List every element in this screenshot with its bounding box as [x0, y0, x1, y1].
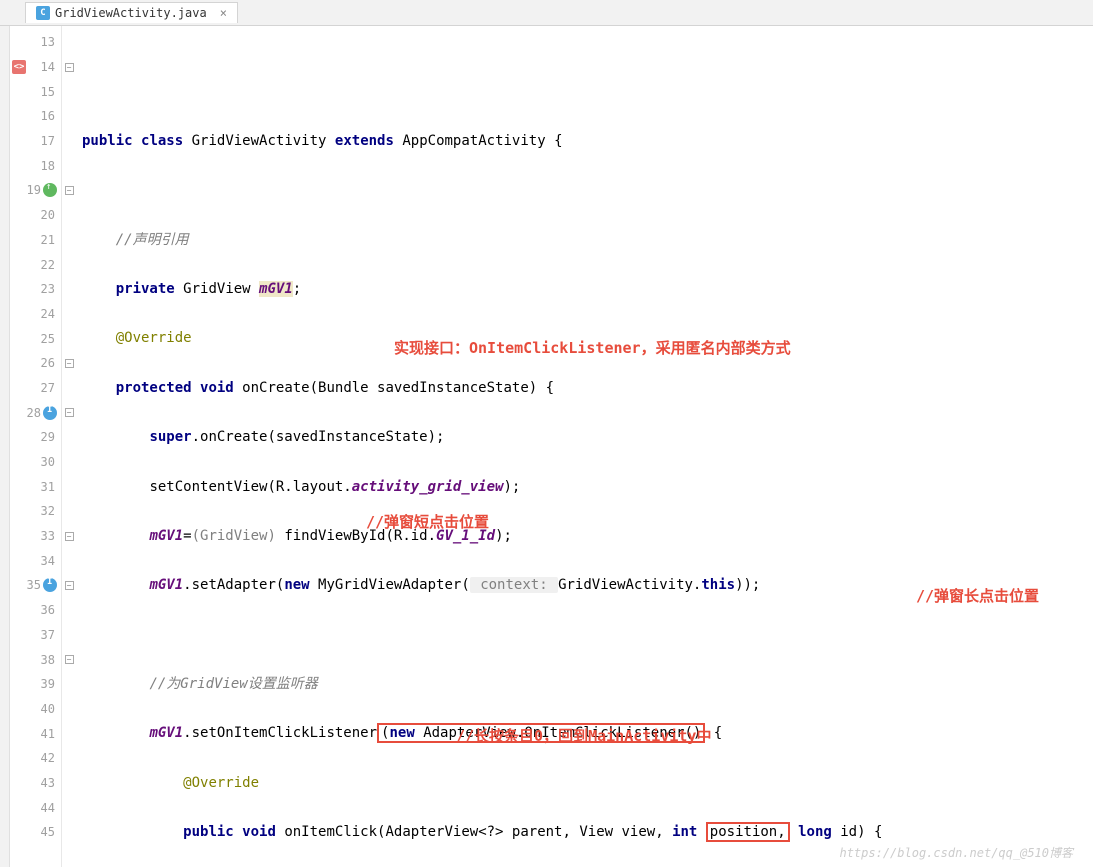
- line-number: 21: [10, 228, 61, 253]
- fold-toggle-icon[interactable]: −: [65, 408, 74, 417]
- close-icon[interactable]: ×: [220, 6, 227, 20]
- annotation-2: //弹窗短点击位置: [366, 510, 489, 535]
- tab-filename: GridViewActivity.java: [55, 6, 207, 20]
- java-class-icon: C: [36, 6, 50, 20]
- line-number: 34: [10, 548, 61, 573]
- line-number: 27: [10, 376, 61, 401]
- line-number: 43: [10, 771, 61, 796]
- line-number: 13: [10, 30, 61, 55]
- line-number: 17: [10, 129, 61, 154]
- line-number: 35: [10, 573, 61, 598]
- line-number: 38: [10, 647, 61, 672]
- line-number: 29: [10, 425, 61, 450]
- line-number: 40: [10, 697, 61, 722]
- override-icon[interactable]: [43, 183, 57, 197]
- line-number: 19: [10, 178, 61, 203]
- line-number: 32: [10, 499, 61, 524]
- line-number: 33: [10, 524, 61, 549]
- watermark: https://blog.csdn.net/qq_@510博客: [839, 844, 1073, 861]
- line-number: 14<>: [10, 55, 61, 80]
- annotation-1: 实现接口：OnItemClickListener，采用匿名内部类方式: [394, 336, 791, 361]
- left-strip: [0, 26, 10, 867]
- class-icon[interactable]: <>: [12, 60, 26, 74]
- code-area[interactable]: public class GridViewActivity extends Ap…: [76, 26, 1093, 867]
- fold-toggle-icon[interactable]: −: [65, 186, 74, 195]
- line-number: 30: [10, 450, 61, 475]
- fold-toggle-icon[interactable]: −: [65, 532, 74, 541]
- line-number: 26: [10, 351, 61, 376]
- fold-toggle-icon[interactable]: −: [65, 63, 74, 72]
- line-number: 24: [10, 302, 61, 327]
- line-number: 45: [10, 820, 61, 845]
- line-number: 18: [10, 153, 61, 178]
- line-number: 44: [10, 795, 61, 820]
- line-number: 22: [10, 252, 61, 277]
- fold-toggle-icon[interactable]: −: [65, 359, 74, 368]
- tab-bar: C GridViewActivity.java ×: [0, 0, 1093, 26]
- line-number-gutter: 1314<>1516171819202122232425262728293031…: [10, 26, 62, 867]
- line-number: 28: [10, 400, 61, 425]
- implement-icon[interactable]: [43, 406, 57, 420]
- line-number: 31: [10, 474, 61, 499]
- file-tab[interactable]: C GridViewActivity.java ×: [25, 2, 238, 23]
- line-number: 20: [10, 203, 61, 228]
- line-number: 37: [10, 623, 61, 648]
- line-number: 16: [10, 104, 61, 129]
- line-number: 41: [10, 721, 61, 746]
- line-number: 39: [10, 672, 61, 697]
- line-number: 42: [10, 746, 61, 771]
- line-number: 23: [10, 277, 61, 302]
- implement-icon[interactable]: [43, 578, 57, 592]
- fold-toggle-icon[interactable]: −: [65, 655, 74, 664]
- annotation-3: //弹窗长点击位置: [916, 584, 1039, 609]
- line-number: 25: [10, 326, 61, 351]
- fold-toggle-icon[interactable]: −: [65, 581, 74, 590]
- annotation-4: //长按条目0，回到MainActivity中: [456, 724, 711, 749]
- line-number: 36: [10, 598, 61, 623]
- fold-strip: − − − − − − −: [62, 26, 76, 867]
- line-number: 15: [10, 79, 61, 104]
- code-editor: 1314<>1516171819202122232425262728293031…: [0, 26, 1093, 867]
